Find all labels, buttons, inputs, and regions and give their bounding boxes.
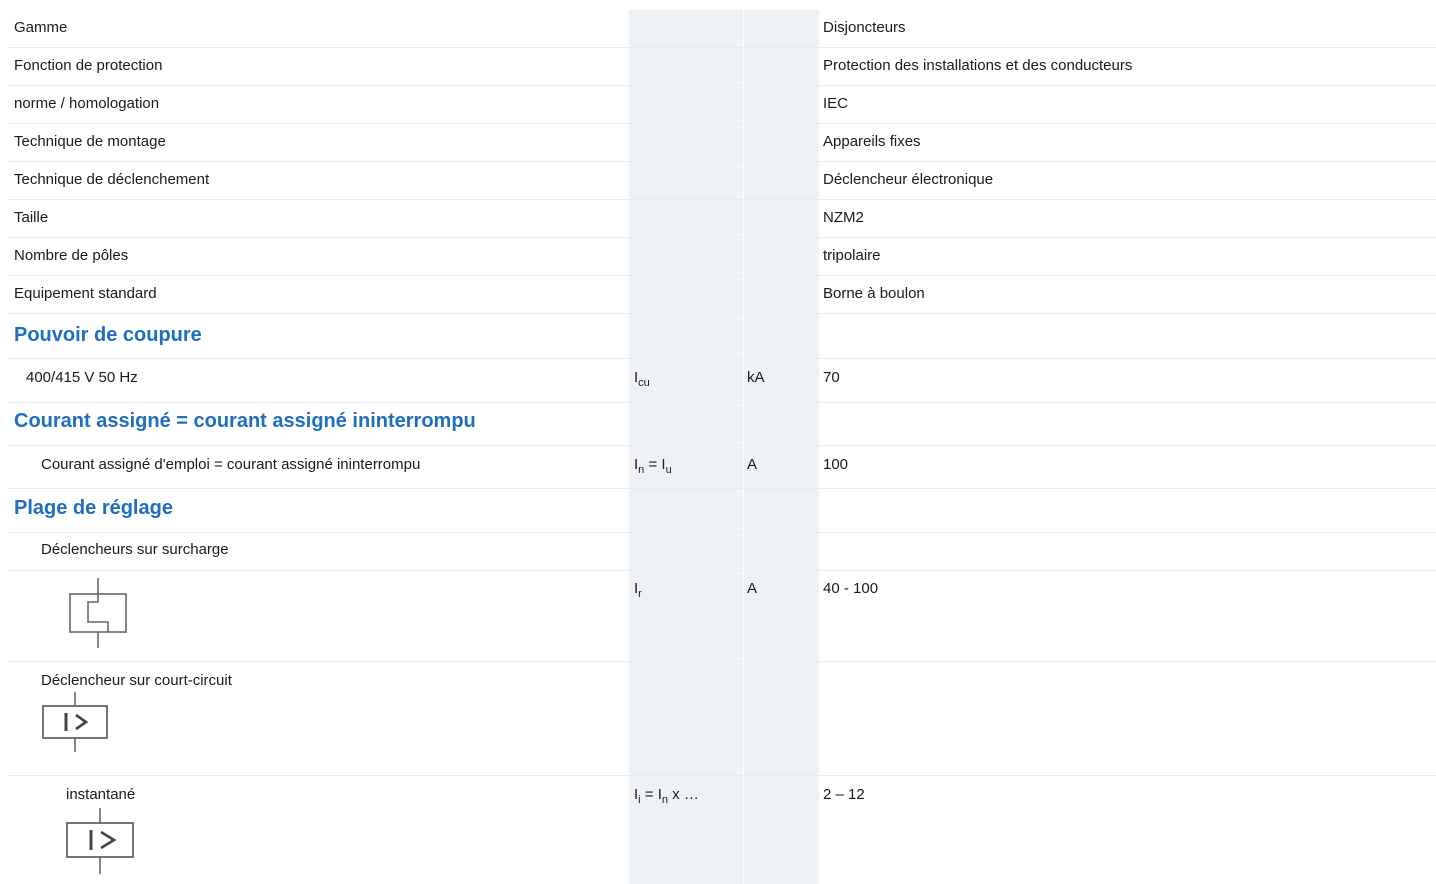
- row-label: instantané: [66, 786, 136, 803]
- table-row: Fonction de protection Protection des ins…: [8, 48, 1436, 86]
- row-value: Déclencheur électronique: [823, 171, 994, 188]
- row-label: norme / homologation: [14, 95, 160, 112]
- row-value: 2 – 12: [823, 786, 865, 803]
- row-label: Technique de déclenchement: [14, 171, 210, 188]
- row-value: 70: [823, 369, 840, 386]
- row-label: Technique de montage: [14, 133, 166, 150]
- table-row: 400/415 V 50 Hz Icu kA 70: [8, 359, 1436, 403]
- row-label: Gamme: [14, 19, 68, 36]
- row-label: Déclencheur sur court-circuit: [41, 672, 232, 689]
- row-value: NZM2: [823, 209, 864, 226]
- table-row: Technique de déclenchement Déclencheur él…: [8, 162, 1436, 200]
- row-label: Taille: [14, 209, 49, 226]
- row-value: tripolaire: [823, 247, 881, 264]
- section-setting-range: Plage de réglage: [8, 489, 1436, 533]
- row-value: Protection des installations et des cond…: [823, 57, 1133, 74]
- magnetic-trip-icon: [40, 692, 110, 752]
- table-row: Taille NZM2: [8, 200, 1436, 238]
- row-unit: A: [747, 580, 758, 597]
- table-row: instantané Ii = In x … 2 – 12: [8, 776, 1436, 884]
- section-rated-current: Courant assigné = courant assigné ininte…: [8, 403, 1436, 446]
- row-value: 40 - 100: [823, 580, 879, 597]
- table-row: Technique de montage Appareils fixes: [8, 124, 1436, 162]
- table-row: Courant assigné d'emploi = courant assig…: [8, 446, 1436, 489]
- row-symbol: Ii = In x …: [634, 786, 699, 806]
- section-title: Courant assigné = courant assigné ininte…: [14, 410, 476, 432]
- row-value: IEC: [823, 95, 849, 112]
- row-value: Appareils fixes: [823, 133, 921, 150]
- table-row: Equipement standard Borne à boulon: [8, 276, 1436, 314]
- row-unit: kA: [747, 369, 765, 386]
- section-breaking-capacity: Pouvoir de coupure: [8, 318, 1436, 359]
- table-row: Déclencheurs sur surcharge: [8, 533, 1436, 571]
- row-unit: A: [747, 456, 758, 473]
- thermal-trip-icon: [66, 578, 130, 650]
- row-label: Equipement standard: [14, 285, 157, 302]
- section-title: Pouvoir de coupure: [14, 324, 202, 346]
- table-row: Ir A 40 - 100: [8, 571, 1436, 662]
- table-row: norme / homologation IEC: [8, 86, 1436, 124]
- row-value: 100: [823, 456, 849, 473]
- row-symbol: In = Iu: [634, 456, 672, 476]
- row-value: Borne à boulon: [823, 285, 925, 302]
- row-label: Courant assigné d'emploi = courant assig…: [41, 456, 421, 473]
- row-value: Disjoncteurs: [823, 19, 906, 36]
- row-label: 400/415 V 50 Hz: [26, 369, 138, 386]
- section-title: Plage de réglage: [14, 497, 173, 519]
- row-symbol: Icu: [634, 369, 650, 389]
- instantaneous-trip-icon: [64, 808, 136, 874]
- table-row: Nombre de pôles tripolaire: [8, 238, 1436, 276]
- table-row: Déclencheur sur court-circuit: [8, 662, 1436, 776]
- row-label: Déclencheurs sur surcharge: [41, 541, 229, 558]
- row-label: Fonction de protection: [14, 57, 163, 74]
- row-symbol: Ir: [634, 580, 642, 600]
- row-label: Nombre de pôles: [14, 247, 129, 264]
- table-row: Gamme Disjoncteurs: [8, 10, 1436, 48]
